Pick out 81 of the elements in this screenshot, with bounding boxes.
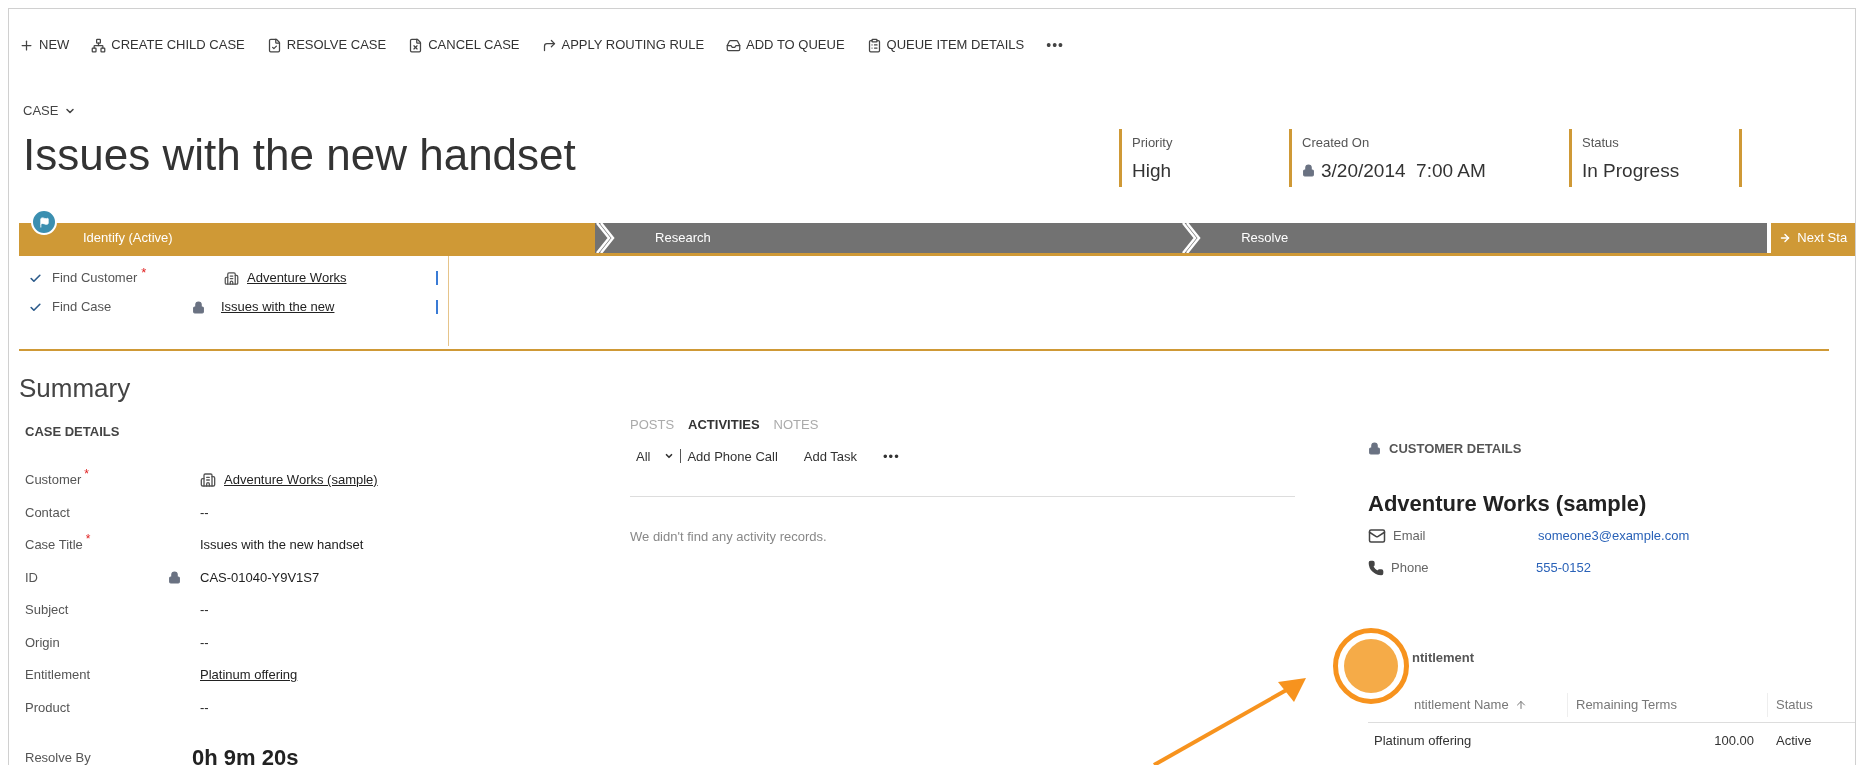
field-label: ID [25, 568, 38, 587]
process-stage[interactable]: Resolve [1181, 223, 1768, 253]
field-label: Contact [25, 503, 70, 522]
required-mark: * [141, 264, 147, 283]
field-label: Phone [1391, 558, 1430, 577]
field-label: Product [25, 698, 70, 717]
lock-icon [1302, 164, 1315, 178]
field-label: Priority [1132, 134, 1174, 152]
account-icon [200, 471, 216, 488]
edit-marker [436, 271, 438, 285]
filter-dropdown[interactable]: All [636, 446, 675, 466]
toolbar-button[interactable]: CANCEL CASE [408, 35, 520, 55]
required-mark: * [84, 466, 90, 483]
toolbar-button[interactable]: QUEUE ITEM DETAILS [866, 35, 1025, 55]
step-label: Find Customer [52, 269, 138, 288]
table-cell-text: Active [1775, 732, 1812, 751]
column-header[interactable]: Remaining Terms [1576, 694, 1677, 715]
branch-icon [91, 37, 107, 53]
action-button[interactable]: Add Task [803, 446, 858, 466]
phone-icon [1368, 559, 1384, 576]
process-stage[interactable]: Research [595, 223, 1182, 253]
toolbar-button[interactable]: ADD TO QUEUE [726, 35, 845, 55]
field-value: High [1132, 158, 1172, 183]
field-value: CAS-01040-Y9V1S7 [200, 568, 320, 587]
field-value: -- [200, 601, 209, 619]
field-value: 3/20/2014 7:00 AM [1321, 158, 1486, 183]
column-header[interactable]: Status [1776, 694, 1813, 715]
clipboard-icon [866, 37, 882, 53]
table-cell-text: Platinum offering [1373, 732, 1473, 751]
field-value: In Progress [1582, 158, 1680, 183]
document-check-icon [266, 37, 282, 53]
field-link[interactable]: Platinum offering [200, 665, 298, 685]
field-label: Email [1393, 526, 1427, 545]
edit-marker [436, 300, 438, 314]
field-label: Subject [25, 601, 69, 619]
field-label: Resolve By [25, 748, 92, 765]
toolbar-button[interactable]: RESOLVE CASE [266, 35, 387, 55]
field-value: -- [200, 698, 209, 717]
step-value-link[interactable]: Issues with the new [221, 297, 335, 317]
field-label: Customer [25, 471, 82, 489]
record-title: Issues with the new handset [23, 128, 577, 181]
table-cell-text: 100.00 [1713, 732, 1755, 751]
field-label: Origin [25, 633, 60, 652]
contact-link[interactable]: someone3@example.com [1538, 525, 1690, 546]
field-value: -- [200, 633, 209, 652]
field-label: Entitlement [25, 666, 91, 684]
flag-icon [38, 216, 50, 228]
contact-link[interactable]: 555-0152 [1536, 557, 1591, 578]
field-value: -- [200, 503, 209, 522]
toolbar-button[interactable]: NEW [19, 35, 70, 55]
field-label: Status [1582, 134, 1620, 152]
sort-arrow-icon [1514, 698, 1527, 711]
arrow-icon [541, 37, 557, 53]
tab[interactable]: ACTIVITIES [688, 415, 760, 435]
lookup-link[interactable]: Adventure Works (sample) [224, 470, 378, 490]
action-button[interactable]: Add Phone Call [687, 446, 778, 466]
empty-message: We didn't find any activity records. [630, 528, 828, 546]
toolbar-button[interactable]: CREATE CHILD CASE [91, 35, 245, 55]
field-label: Created On [1302, 134, 1371, 152]
lock-icon [1368, 442, 1381, 456]
column-header[interactable]: ntitlement Name [1414, 694, 1509, 715]
section-heading: CASE DETAILS [24, 423, 121, 441]
entitlement-heading: ntitlement [1412, 648, 1475, 667]
customer-name: Adventure Works (sample) [1368, 489, 1648, 518]
step-label: Find Case [52, 298, 112, 317]
field-label: Case Title [25, 536, 83, 554]
tray-icon [726, 37, 742, 53]
section-heading: CUSTOMER DETAILS [1389, 440, 1522, 458]
toolbar-button[interactable]: APPLY ROUTING RULE [541, 35, 705, 55]
required-mark: * [85, 531, 91, 548]
mail-icon [1368, 526, 1386, 545]
more-button[interactable]: ••• [1046, 34, 1064, 56]
document-x-icon [408, 37, 424, 53]
more-button[interactable]: ••• [883, 446, 900, 466]
plus-icon [19, 37, 34, 53]
timer-value: 0h 9m 20s [192, 744, 299, 765]
section-title: Summary [19, 372, 132, 405]
arrow-icon [1779, 232, 1792, 244]
entity-selector[interactable]: CASE [23, 101, 77, 121]
step-value-link[interactable]: Adventure Works [247, 268, 347, 288]
field-value: Issues with the new handset [200, 536, 364, 554]
